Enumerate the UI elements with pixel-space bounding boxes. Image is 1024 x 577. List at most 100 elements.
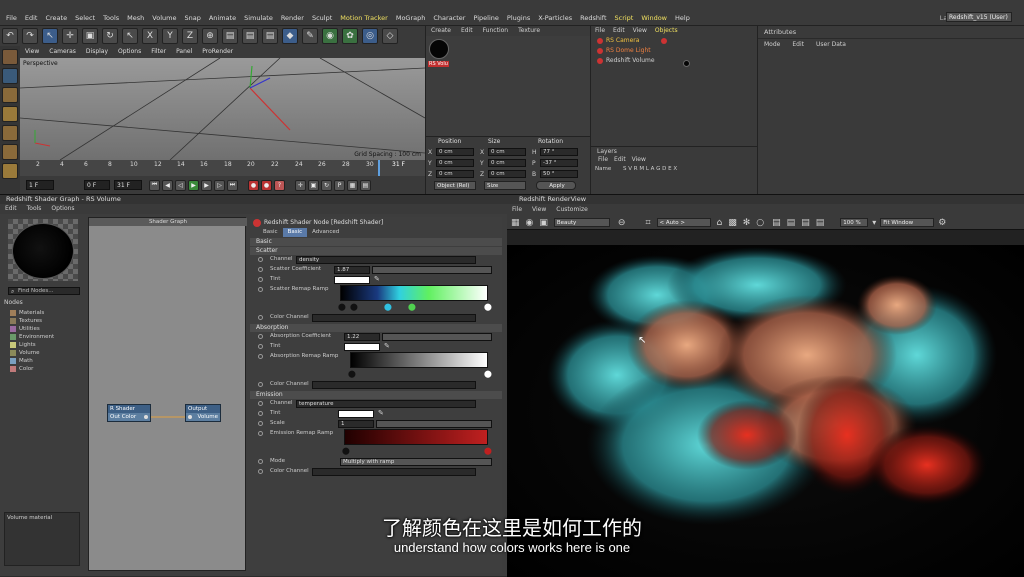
perspective-viewport[interactable]: Perspective Grid Spacing : 100 cm	[20, 58, 425, 160]
timeline[interactable]: 2 4 6 8 10 12 14 16 18 20 22 24 26 28 30…	[20, 160, 425, 176]
texture-mode-icon[interactable]	[2, 68, 18, 84]
go-to-start-icon[interactable]: ⏮	[149, 179, 160, 191]
coord-size-y[interactable]: 0 cm	[488, 159, 526, 167]
keyframe-dot[interactable]	[258, 469, 263, 474]
axis-z-button[interactable]: Z	[182, 28, 198, 44]
axis-x-button[interactable]: X	[142, 28, 158, 44]
keyframe-dot[interactable]	[258, 334, 263, 339]
layers-menu-view[interactable]: View	[629, 156, 649, 163]
render-picture-viewer-icon[interactable]: ▤	[242, 28, 258, 44]
lock-icon[interactable]: ⌂	[717, 218, 723, 228]
next-frame-icon[interactable]: ▷	[214, 179, 225, 191]
menu-tools[interactable]: Tools	[99, 12, 123, 24]
history-icon[interactable]: ▤	[787, 218, 796, 228]
menu-pipeline[interactable]: Pipeline	[469, 12, 502, 24]
menu-script[interactable]: Script	[611, 12, 638, 24]
move-icon[interactable]: ✛	[62, 28, 78, 44]
menu-simulate[interactable]: Simulate	[240, 12, 277, 24]
keyframe-dot[interactable]	[258, 431, 263, 436]
clear-icon[interactable]: ▤	[816, 218, 825, 228]
keyframe-dot[interactable]	[258, 382, 263, 387]
tab-basic-active[interactable]: Basic	[282, 228, 308, 237]
find-nodes-input[interactable]: Find Nodes...	[8, 287, 80, 295]
eyedropper-icon[interactable]: ✎	[374, 275, 380, 283]
frame-field[interactable]: 0 F	[84, 180, 110, 190]
menu-animate[interactable]: Animate	[205, 12, 240, 24]
film-icon[interactable]: ▦	[511, 218, 520, 228]
section-emission[interactable]: Emission	[250, 391, 502, 399]
coord-pos-y[interactable]: 0 cm	[436, 159, 474, 167]
menu-motion-tracker[interactable]: Motion Tracker	[336, 12, 392, 24]
deformer-icon[interactable]: ◎	[362, 28, 378, 44]
sg-menu-edit[interactable]: Edit	[0, 204, 22, 214]
autokey-icon[interactable]: ●	[261, 179, 272, 191]
circle-icon[interactable]: ○	[756, 218, 764, 228]
viewport-menu-display[interactable]: Display	[81, 46, 113, 58]
polygons-mode-icon[interactable]	[2, 144, 18, 160]
workplane-icon[interactable]	[2, 87, 18, 103]
key-scale-icon[interactable]: ▣	[308, 179, 319, 191]
redo-icon[interactable]: ↷	[22, 28, 38, 44]
tab-advanced[interactable]: Advanced	[307, 228, 344, 237]
ramp-knot-icon[interactable]: ⬤	[484, 370, 492, 378]
settings-icon[interactable]: ⚙	[938, 218, 946, 228]
fit-window-select[interactable]: Fit Window	[880, 218, 935, 227]
viewport-menu-options[interactable]: Options	[113, 46, 146, 58]
layers-menu-file[interactable]: File	[595, 156, 611, 163]
viewport-menu-prorender[interactable]: ProRender	[197, 46, 238, 58]
ramp-knot-icon[interactable]: ⬤	[408, 303, 416, 311]
pointer-icon[interactable]: ↖	[42, 28, 58, 44]
next-key-icon[interactable]: ▶	[201, 179, 212, 191]
key-position-icon[interactable]: ✛	[295, 179, 306, 191]
node-category[interactable]: Lights	[10, 341, 82, 349]
go-to-end-icon[interactable]: ⏭	[227, 179, 238, 191]
channel-icon[interactable]: ⊖	[618, 218, 626, 228]
keyframe-dot[interactable]	[258, 401, 263, 406]
layout-select[interactable]: Redshift_v15 (User)	[946, 12, 1012, 22]
ramp-knot-icon[interactable]: ⬤	[350, 303, 358, 311]
rv-menu-view[interactable]: View	[527, 204, 551, 216]
coords-mode-select[interactable]: Object (Rel)	[434, 181, 476, 190]
menu-sculpt[interactable]: Sculpt	[308, 12, 336, 24]
mat-menu-edit[interactable]: Edit	[456, 26, 478, 36]
menu-x-particles[interactable]: X-Particles	[534, 12, 576, 24]
edges-mode-icon[interactable]	[2, 125, 18, 141]
menu-volume[interactable]: Volume	[148, 12, 180, 24]
keyframe-dot[interactable]	[258, 287, 263, 292]
node-category[interactable]: Math	[10, 357, 82, 365]
coord-rot-p[interactable]: -37 °	[540, 159, 578, 167]
obj-menu-view[interactable]: View	[629, 26, 651, 36]
bucket-icon[interactable]: ▩	[728, 218, 737, 228]
keyframe-dot[interactable]	[258, 354, 263, 359]
material-thumbnail[interactable]	[429, 39, 449, 59]
prev-key-icon[interactable]: ◀	[162, 179, 173, 191]
menu-window[interactable]: Window	[637, 12, 671, 24]
scatter-remap-ramp[interactable]	[340, 285, 488, 301]
emission-mode-select[interactable]: Multiply with ramp	[340, 458, 492, 466]
timeline-options-icon[interactable]: ▤	[360, 179, 371, 191]
object-row[interactable]: RS Dome Light	[591, 46, 757, 56]
render-view-icon[interactable]: ▤	[222, 28, 238, 44]
rv-menu-customize[interactable]: Customize	[551, 204, 593, 216]
scatter-coefficient-field[interactable]: 1.87	[334, 266, 370, 274]
ramp-knot-icon[interactable]: ⬤	[342, 447, 350, 455]
absorption-remap-ramp[interactable]	[350, 352, 488, 368]
obj-menu-objects[interactable]: Objects	[651, 26, 682, 36]
menu-select[interactable]: Select	[71, 12, 99, 24]
sg-menu-tools[interactable]: Tools	[22, 204, 47, 214]
rs-shader-node[interactable]: R Shader Out Color	[107, 404, 151, 422]
attr-menu-mode[interactable]: Mode	[758, 39, 786, 51]
attr-menu-user-data[interactable]: User Data	[810, 39, 852, 51]
model-mode-icon[interactable]	[2, 49, 18, 65]
menu-create[interactable]: Create	[41, 12, 71, 24]
play-icon[interactable]: ▶	[188, 179, 199, 191]
viewport-menu-panel[interactable]: Panel	[171, 46, 197, 58]
rv-menu-file[interactable]: File	[507, 204, 527, 216]
zoom-field[interactable]: 100 %	[840, 218, 869, 227]
node-category[interactable]: Textures	[10, 317, 82, 325]
input-port[interactable]	[188, 415, 192, 419]
compare-icon[interactable]: ▤	[801, 218, 810, 228]
mat-menu-function[interactable]: Function	[478, 26, 514, 36]
obj-menu-edit[interactable]: Edit	[609, 26, 629, 36]
viewport-menu-cameras[interactable]: Cameras	[44, 46, 81, 58]
